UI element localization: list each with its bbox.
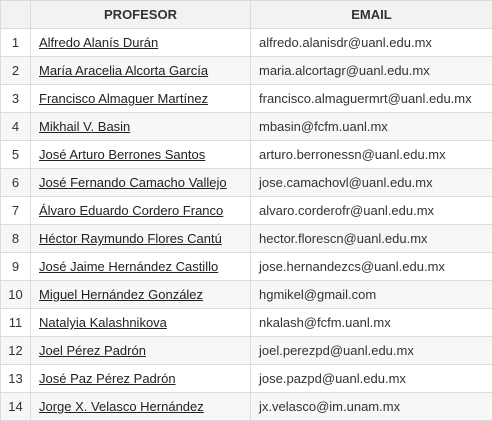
row-number: 1 [1,29,31,57]
email-cell: hector.florescn@uanl.edu.mx [251,225,492,253]
row-number: 2 [1,57,31,85]
professor-cell: Natalyia Kalashnikova [31,309,251,337]
professor-cell: María Aracelia Alcorta García [31,57,251,85]
professor-link[interactable]: Joel Pérez Padrón [39,343,146,358]
faculty-table: PROFESOR EMAIL 1 Alfredo Alanís Durán al… [0,0,492,421]
professor-link[interactable]: José Jaime Hernández Castillo [39,259,218,274]
professor-link[interactable]: Jorge X. Velasco Hernández [39,399,204,414]
professor-cell: Alfredo Alanís Durán [31,29,251,57]
professor-cell: Joel Pérez Padrón [31,337,251,365]
table-row: 11 Natalyia Kalashnikova nkalash@fcfm.ua… [1,309,492,337]
professor-cell: José Jaime Hernández Castillo [31,253,251,281]
professor-link[interactable]: José Arturo Berrones Santos [39,147,205,162]
professor-link[interactable]: Álvaro Eduardo Cordero Franco [39,203,223,218]
professor-cell: José Paz Pérez Padrón [31,365,251,393]
table-row: 9 José Jaime Hernández Castillo jose.her… [1,253,492,281]
table-row: 12 Joel Pérez Padrón joel.perezpd@uanl.e… [1,337,492,365]
email-cell: hgmikel@gmail.com [251,281,492,309]
professor-cell: Álvaro Eduardo Cordero Franco [31,197,251,225]
professor-link[interactable]: Alfredo Alanís Durán [39,35,158,50]
table-row: 4 Mikhail V. Basin mbasin@fcfm.uanl.mx [1,113,492,141]
email-cell: alfredo.alanisdr@uanl.edu.mx [251,29,492,57]
table-row: 1 Alfredo Alanís Durán alfredo.alanisdr@… [1,29,492,57]
table-row: 14 Jorge X. Velasco Hernández jx.velasco… [1,393,492,421]
row-number: 9 [1,253,31,281]
professor-cell: Jorge X. Velasco Hernández [31,393,251,421]
professor-link[interactable]: Miguel Hernández González [39,287,203,302]
row-number: 13 [1,365,31,393]
header-email: EMAIL [251,1,492,29]
professor-cell: Mikhail V. Basin [31,113,251,141]
professor-link[interactable]: José Fernando Camacho Vallejo [39,175,227,190]
table-row: 5 José Arturo Berrones Santos arturo.ber… [1,141,492,169]
email-cell: jose.camachovl@uanl.edu.mx [251,169,492,197]
email-cell: jose.hernandezcs@uanl.edu.mx [251,253,492,281]
row-number: 8 [1,225,31,253]
email-cell: arturo.berronessn@uanl.edu.mx [251,141,492,169]
professor-cell: José Arturo Berrones Santos [31,141,251,169]
professor-link[interactable]: Francisco Almaguer Martínez [39,91,208,106]
table-row: 3 Francisco Almaguer Martínez francisco.… [1,85,492,113]
professor-link[interactable]: Natalyia Kalashnikova [39,315,167,330]
professor-cell: Francisco Almaguer Martínez [31,85,251,113]
row-number: 4 [1,113,31,141]
professor-link[interactable]: María Aracelia Alcorta García [39,63,208,78]
header-profesor: PROFESOR [31,1,251,29]
row-number: 3 [1,85,31,113]
professor-link[interactable]: Héctor Raymundo Flores Cantú [39,231,222,246]
header-number [1,1,31,29]
row-number: 5 [1,141,31,169]
table-row: 6 José Fernando Camacho Vallejo jose.cam… [1,169,492,197]
email-cell: maria.alcortagr@uanl.edu.mx [251,57,492,85]
email-cell: mbasin@fcfm.uanl.mx [251,113,492,141]
professor-cell: Miguel Hernández González [31,281,251,309]
row-number: 7 [1,197,31,225]
email-cell: joel.perezpd@uanl.edu.mx [251,337,492,365]
email-cell: nkalash@fcfm.uanl.mx [251,309,492,337]
email-cell: jx.velasco@im.unam.mx [251,393,492,421]
email-cell: alvaro.corderofr@uanl.edu.mx [251,197,492,225]
table-header-row: PROFESOR EMAIL [1,1,492,29]
professor-cell: Héctor Raymundo Flores Cantú [31,225,251,253]
table-row: 10 Miguel Hernández González hgmikel@gma… [1,281,492,309]
row-number: 6 [1,169,31,197]
professor-link[interactable]: José Paz Pérez Padrón [39,371,176,386]
table-row: 7 Álvaro Eduardo Cordero Franco alvaro.c… [1,197,492,225]
email-cell: francisco.almaguermrt@uanl.edu.mx [251,85,492,113]
row-number: 10 [1,281,31,309]
table-row: 2 María Aracelia Alcorta García maria.al… [1,57,492,85]
professor-link[interactable]: Mikhail V. Basin [39,119,130,134]
row-number: 12 [1,337,31,365]
professor-cell: José Fernando Camacho Vallejo [31,169,251,197]
row-number: 14 [1,393,31,421]
table-row: 13 José Paz Pérez Padrón jose.pazpd@uanl… [1,365,492,393]
row-number: 11 [1,309,31,337]
email-cell: jose.pazpd@uanl.edu.mx [251,365,492,393]
table-row: 8 Héctor Raymundo Flores Cantú hector.fl… [1,225,492,253]
